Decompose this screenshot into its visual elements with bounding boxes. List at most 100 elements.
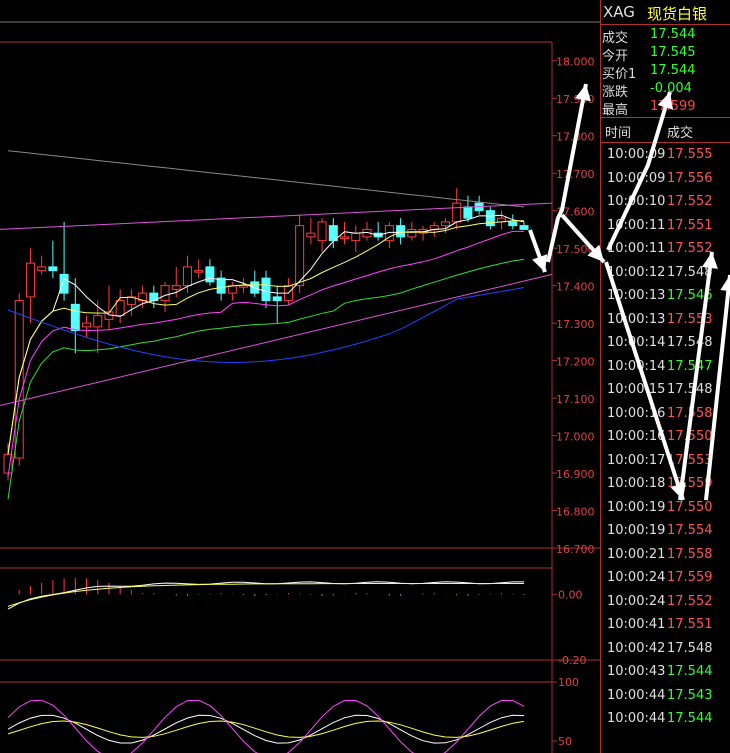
- candle-up: [182, 266, 192, 287]
- y-tick-label: 17.500: [556, 243, 595, 256]
- candle-up: [340, 236, 350, 239]
- quote-value: 17.599: [650, 99, 696, 114]
- tick-time: 10:00:10: [607, 194, 666, 209]
- tick-row[interactable]: 10:00:10 17.552: [601, 191, 730, 214]
- quote-value: 17.545: [650, 45, 696, 60]
- tick-price: 17.550: [667, 499, 713, 515]
- tick-row[interactable]: 10:00:19 17.554: [601, 520, 730, 543]
- tick-row[interactable]: 10:00:43 17.544: [601, 661, 730, 684]
- tick-row[interactable]: 10:00:14 17.548: [601, 332, 730, 355]
- y-tick-label: 16.900: [556, 468, 595, 481]
- tick-time: 10:00:17: [607, 452, 666, 468]
- tick-price: 17.547: [667, 358, 713, 374]
- candle-up: [239, 285, 249, 288]
- tick-price: 17.548: [667, 264, 713, 280]
- kdj-tick-label: 50: [558, 735, 572, 748]
- candle-up: [25, 262, 35, 298]
- col-time-header: 时间: [605, 126, 632, 141]
- tick-time: 10:00:21: [607, 546, 666, 562]
- candle-up: [194, 270, 204, 273]
- candle-up: [407, 228, 417, 238]
- tick-row[interactable]: 10:00:24 17.552: [601, 591, 730, 614]
- candle-up: [171, 285, 181, 290]
- tick-price: 17.552: [667, 194, 713, 209]
- tick-row[interactable]: 10:00:09 17.555: [601, 144, 730, 167]
- symbol-code: XAG: [603, 3, 635, 21]
- candle-down: [216, 277, 226, 294]
- macd-tick-label: -0.20: [558, 654, 586, 667]
- tick-time: 10:00:44: [607, 711, 666, 726]
- tick-row[interactable]: 10:00:21 17.558: [601, 544, 730, 567]
- kline-chart: 18.000 17.900 17.800 17.700 17.600 17.500 17.4…: [0, 21, 600, 753]
- candle-down: [261, 277, 271, 302]
- tick-time: 10:00:09: [607, 147, 666, 162]
- tick-time: 10:00:42: [607, 640, 666, 656]
- y-tick-label: 17.400: [556, 281, 595, 294]
- tick-price: 17.558: [667, 546, 713, 562]
- tick-row[interactable]: 10:00:11 17.551: [601, 215, 730, 238]
- quote-row: 买价1 17.544: [601, 62, 730, 82]
- tick-row[interactable]: 10:00:17 17.553: [601, 450, 730, 473]
- tick-row[interactable]: 10:00:24 17.559: [601, 567, 730, 590]
- ma5-line: [7, 214, 525, 455]
- y-tick-label: 16.700: [556, 543, 595, 556]
- tick-row[interactable]: 10:00:16 17.550: [601, 426, 730, 449]
- y-tick-label: 17.100: [556, 393, 595, 406]
- tick-row[interactable]: 10:00:16 17.558: [601, 403, 730, 426]
- tick-time: 10:00:11: [607, 241, 666, 256]
- candle-up: [82, 322, 92, 328]
- tick-time: 10:00:16: [607, 429, 666, 444]
- ma20-line: [7, 230, 524, 477]
- kdj-tick-label: 100: [558, 676, 579, 689]
- tick-row[interactable]: 10:00:13 17.546: [601, 285, 730, 308]
- candle-down: [519, 225, 529, 230]
- tick-row[interactable]: 10:00:18 17.559: [601, 473, 730, 496]
- tick-price: 17.559: [667, 476, 713, 491]
- tick-price: 17.555: [667, 147, 713, 162]
- tick-time: 10:00:13: [607, 311, 666, 327]
- tick-row[interactable]: 10:00:11 17.552: [601, 238, 730, 261]
- quote-row: 最高 17.599: [601, 98, 730, 118]
- tick-time: 10:00:19: [607, 523, 666, 538]
- candle-down: [48, 266, 58, 272]
- quote-row: 成交 17.544: [601, 26, 730, 46]
- tick-price: 17.551: [667, 217, 713, 233]
- tick-time: 10:00:24: [607, 570, 666, 585]
- tick-time: 10:00:12: [607, 264, 666, 280]
- tick-row[interactable]: 10:00:41 17.551: [601, 614, 730, 637]
- candle-up: [93, 315, 103, 328]
- tick-row[interactable]: 10:00:44 17.543: [601, 685, 730, 708]
- quote-header: XAG 现货白银: [601, 0, 730, 25]
- candle-up: [37, 266, 47, 272]
- quote-row: 今开 17.545: [601, 44, 730, 64]
- tick-price: 17.553: [667, 452, 713, 468]
- candle-up: [440, 221, 450, 227]
- tick-time: 10:00:18: [607, 476, 666, 491]
- tick-row[interactable]: 10:00:15 17.548: [601, 379, 730, 402]
- tick-time: 10:00:16: [607, 405, 666, 421]
- tick-price: 17.543: [667, 687, 713, 703]
- candle-down: [205, 266, 215, 283]
- tick-row[interactable]: 10:00:44 17.544: [601, 708, 730, 731]
- quote-value: -0.004: [650, 81, 692, 96]
- tick-row[interactable]: 10:00:12 17.548: [601, 262, 730, 285]
- tick-time: 10:00:13: [607, 288, 666, 303]
- candle-down: [59, 273, 69, 294]
- tick-price: 17.548: [667, 640, 713, 656]
- tick-price: 17.544: [667, 711, 713, 726]
- candle-up: [295, 225, 305, 287]
- tick-time: 10:00:43: [607, 664, 666, 679]
- candle-up: [351, 232, 361, 242]
- y-tick-label: 17.800: [556, 131, 595, 144]
- tick-row[interactable]: 10:00:19 17.550: [601, 497, 730, 520]
- tick-price: 17.553: [667, 311, 713, 327]
- tick-row[interactable]: 10:00:13 17.553: [601, 309, 730, 332]
- tick-row[interactable]: 10:00:09 17.556: [601, 168, 730, 191]
- tick-row[interactable]: 10:00:42 17.548: [601, 638, 730, 661]
- candle-down: [508, 221, 518, 227]
- symbol-name: 现货白银: [647, 5, 708, 23]
- tick-row[interactable]: 10:00:14 17.547: [601, 356, 730, 379]
- candle-up: [160, 285, 170, 302]
- candle-up: [317, 221, 327, 242]
- tick-time: 10:00:09: [607, 170, 666, 186]
